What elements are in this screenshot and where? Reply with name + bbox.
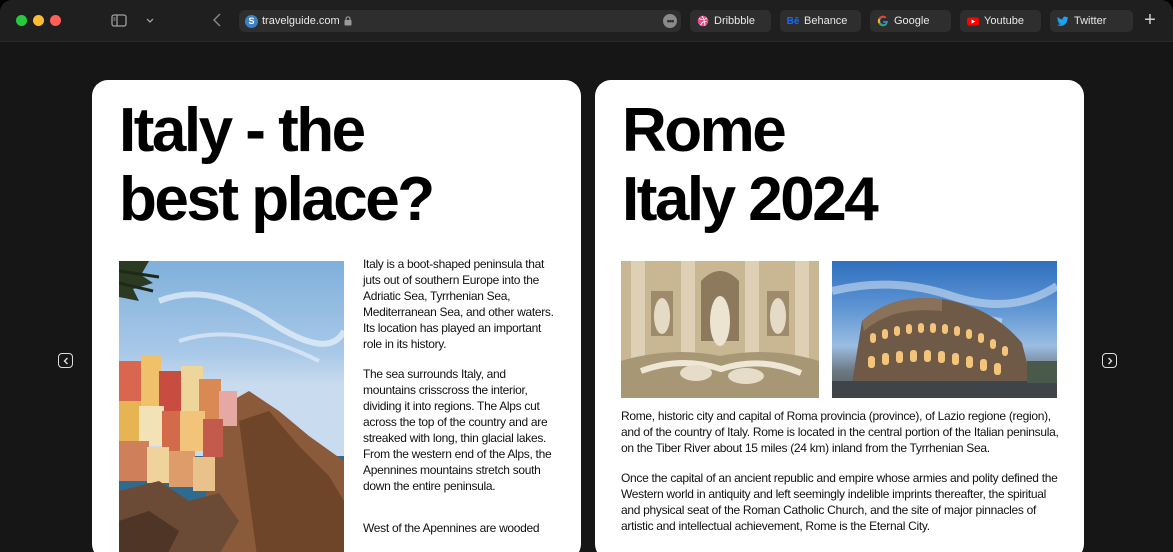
page-viewport: Italy - the best place? Italy is a boot-… <box>0 42 1173 552</box>
paragraph: Italy is a boot-shaped peninsula that ju… <box>363 257 554 351</box>
site-favicon-icon: S <box>245 14 258 28</box>
more-options-icon[interactable]: ••• <box>663 14 677 28</box>
youtube-icon <box>967 15 979 27</box>
page-title: Rome Italy 2024 <box>622 96 879 234</box>
colosseum-photo <box>832 261 1057 398</box>
paragraph: Rome, historic city and capital of Roma … <box>621 409 1059 455</box>
minimize-window-button[interactable] <box>33 15 44 26</box>
bookmark-label: Behance <box>804 15 848 27</box>
new-tab-button[interactable]: + <box>1142 10 1158 30</box>
trevi-fountain-photo <box>621 261 819 398</box>
bookmark-twitter[interactable]: Twitter <box>1050 10 1133 32</box>
bookmark-label: Twitter <box>1074 15 1107 27</box>
bookmark-dribbble[interactable]: Dribbble <box>690 10 771 32</box>
address-bar[interactable]: S travelguide.com ••• <box>239 10 681 32</box>
title-bar: S travelguide.com ••• Dribbble Bē Behanc… <box>0 0 1173 42</box>
browser-window: S travelguide.com ••• Dribbble Bē Behanc… <box>0 0 1173 552</box>
cinque-terre-photo <box>119 261 344 552</box>
sidebar-toggle-icon[interactable] <box>111 13 127 27</box>
behance-icon: Bē <box>786 15 800 27</box>
bookmark-behance[interactable]: Bē Behance <box>780 10 861 32</box>
lock-icon <box>344 16 352 26</box>
close-window-button[interactable] <box>16 15 27 26</box>
paragraph: Once the capital of an ancient republic … <box>621 471 1058 533</box>
paragraph: West of the Apennines are wooded <box>363 521 540 535</box>
next-page-button[interactable] <box>1102 353 1117 368</box>
chevron-right-icon <box>1107 357 1112 364</box>
right-article-text: Rome, historic city and capital of Roma … <box>621 408 1061 548</box>
back-button[interactable] <box>209 11 225 29</box>
left-page: Italy - the best place? Italy is a boot-… <box>92 80 581 552</box>
bookmark-label: Google <box>894 15 930 27</box>
bookmark-label: Dribbble <box>714 15 755 27</box>
twitter-icon <box>1057 15 1069 27</box>
bookmark-youtube[interactable]: Youtube <box>960 10 1041 32</box>
google-icon <box>877 15 889 27</box>
url-text: travelguide.com <box>262 15 340 27</box>
previous-page-button[interactable] <box>58 353 73 368</box>
bookmark-label: Youtube <box>984 15 1024 27</box>
page-title: Italy - the best place? <box>119 96 435 234</box>
chevron-left-icon <box>63 357 68 364</box>
dribbble-icon <box>697 15 709 27</box>
paragraph: The sea surrounds Italy, and mountains c… <box>363 367 552 493</box>
bookmark-google[interactable]: Google <box>870 10 951 32</box>
chevron-down-icon[interactable] <box>144 13 156 27</box>
zoom-window-button[interactable] <box>50 15 61 26</box>
right-page: Rome Italy 2024 Rome, historic city and … <box>595 80 1084 552</box>
left-article-text: Italy is a boot-shaped peninsula that ju… <box>363 256 555 550</box>
